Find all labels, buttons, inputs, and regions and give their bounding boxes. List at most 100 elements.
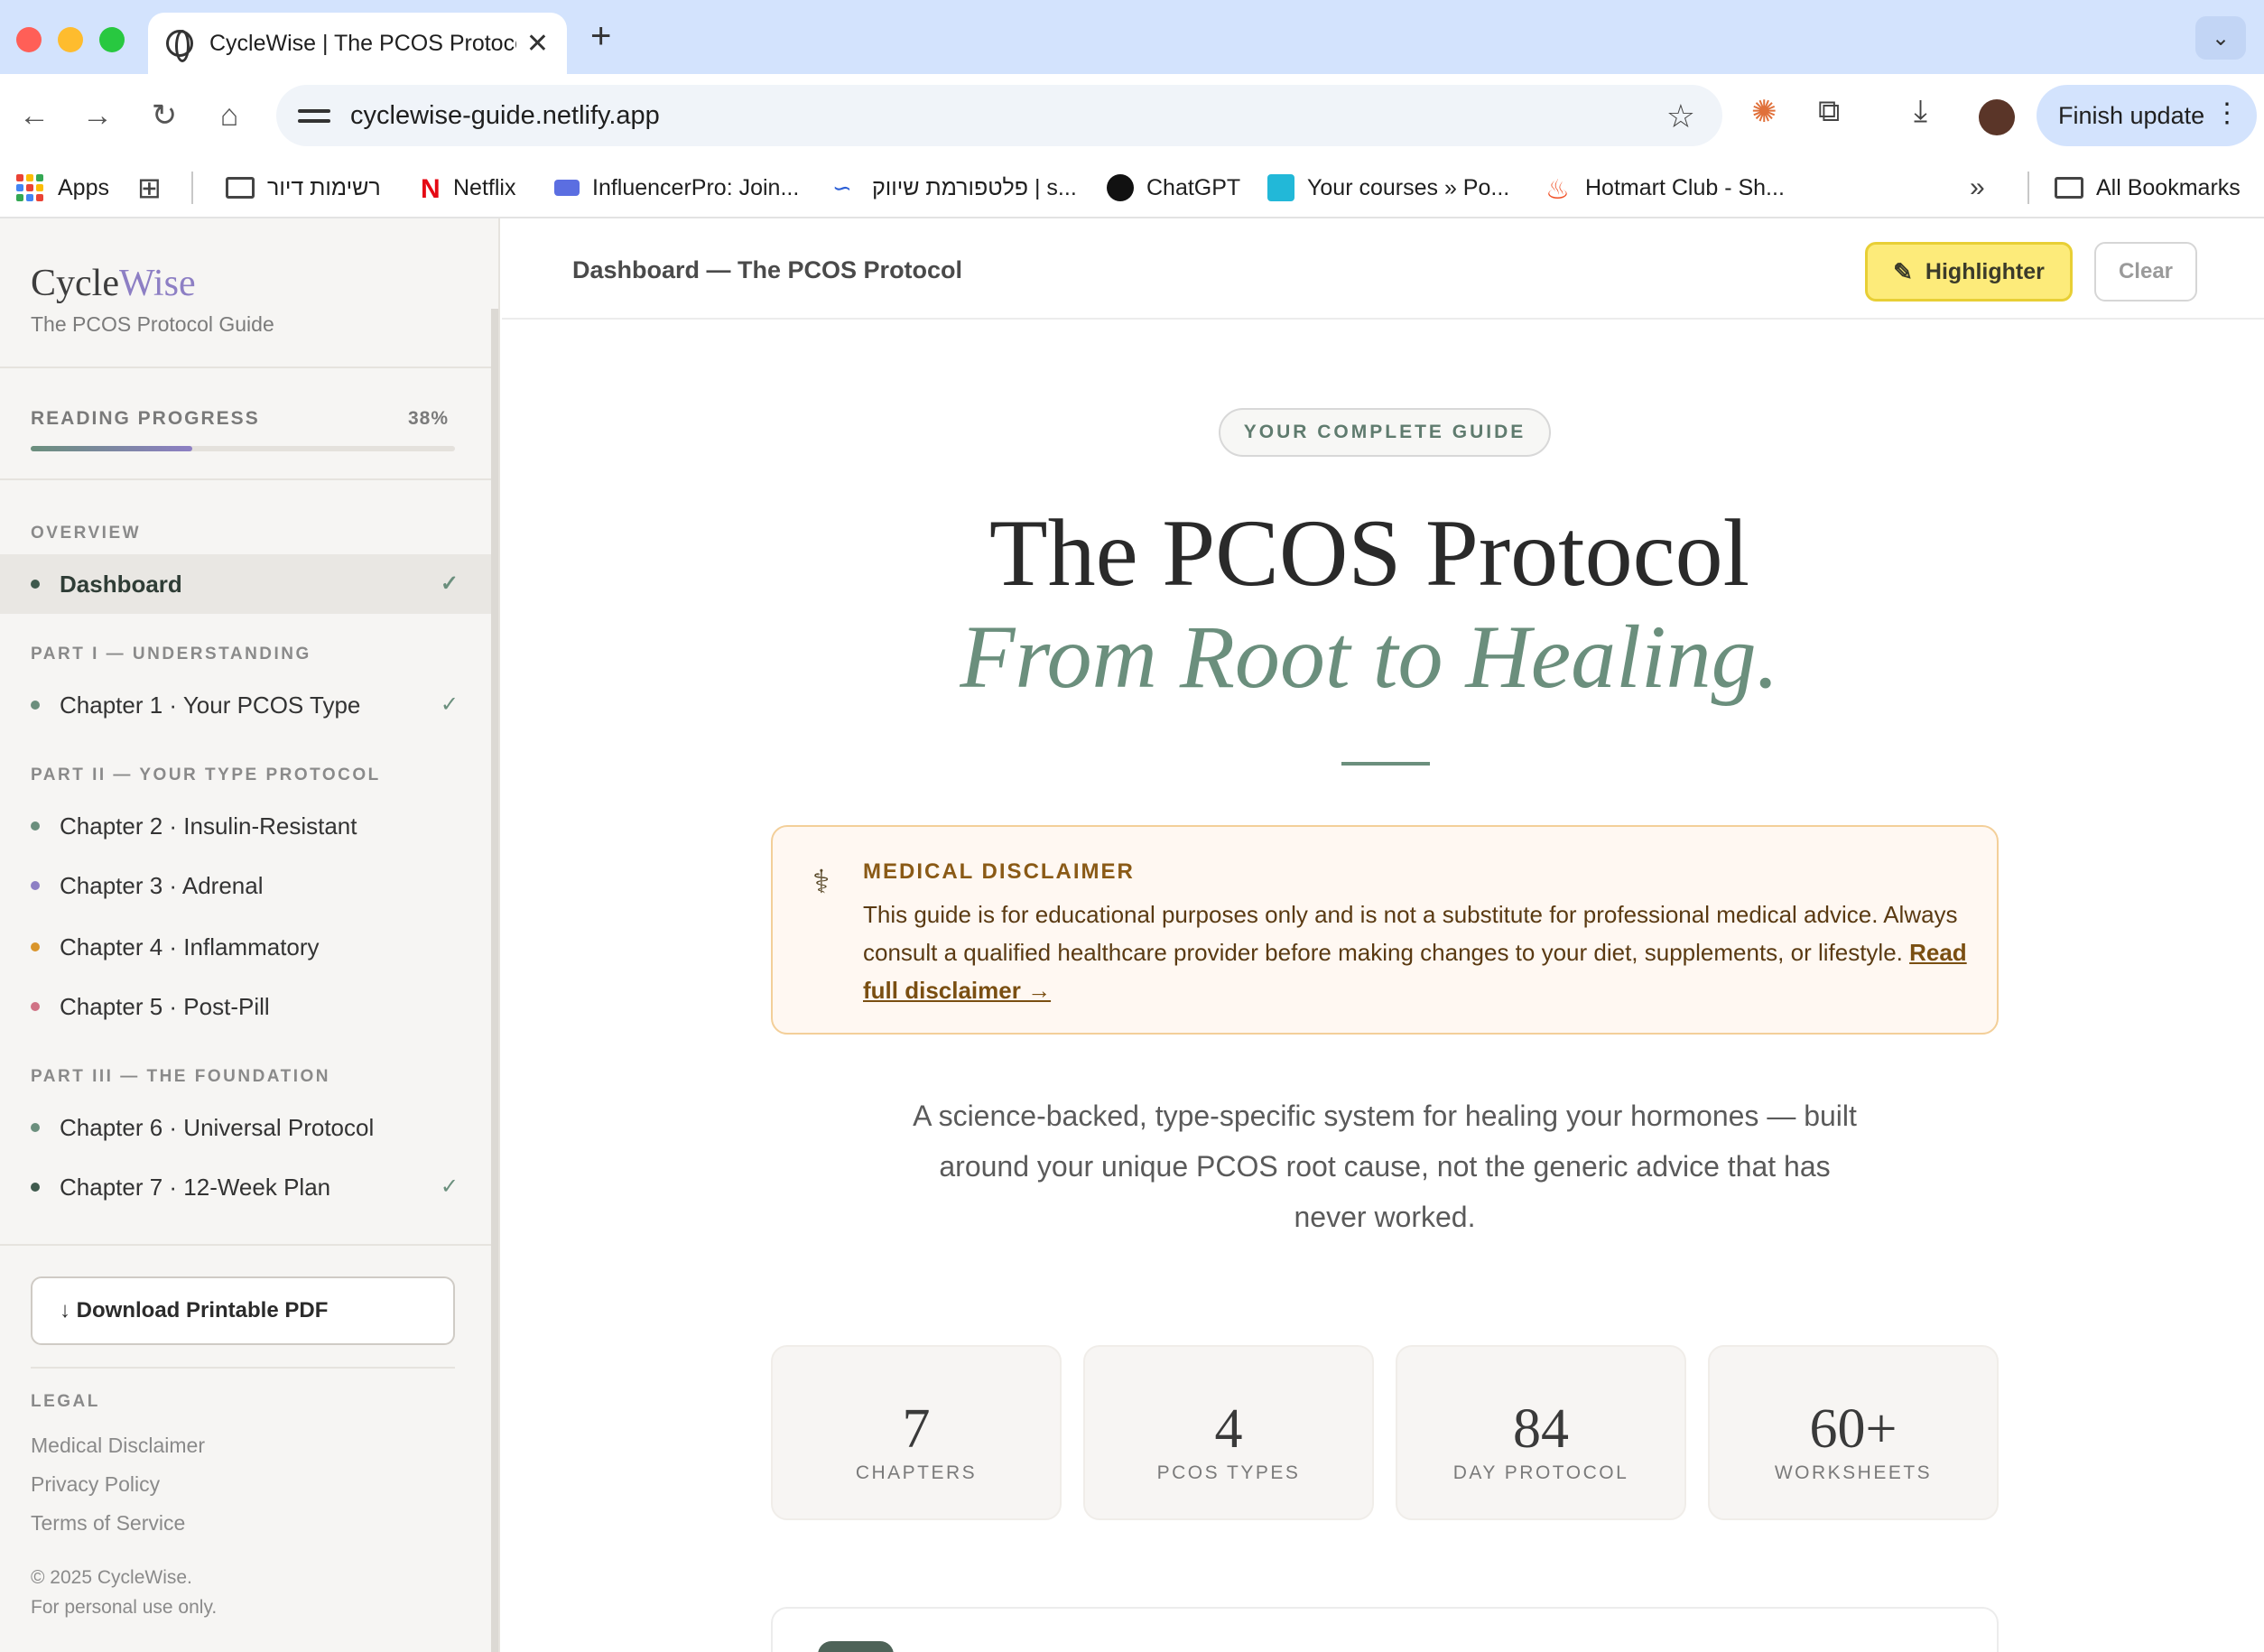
bookmark-star-icon[interactable]: ☆ xyxy=(1666,97,1695,135)
pencil-edit-icon: ✎ xyxy=(1893,257,1913,285)
divider xyxy=(0,367,491,368)
medical-disclaimer-link[interactable]: Medical Disclaimer xyxy=(31,1434,205,1458)
browser-tab-bar: CycleWise | The PCOS Protocol ✕ + ⌄ xyxy=(0,0,2264,74)
forward-arrow-icon[interactable]: → xyxy=(74,92,121,139)
reading-progress-label: READING PROGRESS xyxy=(31,408,260,429)
courses-icon xyxy=(1267,174,1294,201)
bookmark-divider xyxy=(191,172,193,204)
extensions-puzzle-icon[interactable]: ⧉ xyxy=(1818,94,1840,129)
nav-dot xyxy=(31,881,40,890)
personal-use-text: For personal use only. xyxy=(31,1597,218,1618)
stat-label: DAY PROTOCOL xyxy=(1452,1462,1629,1483)
address-bar[interactable]: cyclewise-guide.netlify.app ☆ xyxy=(276,85,1722,146)
privacy-policy-link[interactable]: Privacy Policy xyxy=(31,1472,160,1497)
terms-of-service-link[interactable]: Terms of Service xyxy=(31,1511,185,1536)
section-heading-overview: OVERVIEW xyxy=(31,524,142,543)
home-icon[interactable]: ⌂ xyxy=(206,92,253,139)
nav-dot xyxy=(31,942,40,951)
bookmark-hotmart[interactable]: ♨ Hotmart Club - Sh... xyxy=(1545,170,1785,206)
hero-subtitle: From Root to Healing. xyxy=(960,607,1779,707)
reading-progress-percent: 38% xyxy=(408,408,450,429)
clear-button[interactable]: Clear xyxy=(2094,242,2197,302)
section-chip xyxy=(818,1641,894,1652)
claude-extension-icon[interactable]: ✺ xyxy=(1751,94,1777,130)
bookmark-marketing-platform[interactable]: ∽ פלטפורמת שיווק | s... xyxy=(832,170,1077,206)
sidebar-item-chapter-2[interactable]: Chapter 2 · Insulin-Resistant xyxy=(0,796,491,856)
sidebar-item-chapter-1[interactable]: Chapter 1 · Your PCOS Type ✓ xyxy=(0,675,491,735)
divider xyxy=(0,1244,491,1246)
disclaimer-body: This guide is for educational purposes o… xyxy=(863,901,1967,1004)
check-icon: ✓ xyxy=(440,692,459,717)
folder-icon xyxy=(2055,177,2083,199)
stat-number: 4 xyxy=(1214,1398,1243,1460)
maximize-window-button[interactable] xyxy=(99,27,125,52)
marketing-platform-icon: ∽ xyxy=(832,174,852,201)
section-heading-part3: PART III — THE FOUNDATION xyxy=(31,1067,331,1086)
nav-dot xyxy=(31,821,40,831)
nav-dot xyxy=(31,580,40,589)
brand-subtitle: The PCOS Protocol Guide xyxy=(31,312,274,336)
bookmark-your-courses[interactable]: Your courses » Po... xyxy=(1267,170,1509,206)
section-heading-part2: PART II — YOUR TYPE PROTOCOL xyxy=(31,766,381,784)
stat-card-pcos-types: 4 PCOS TYPES xyxy=(1083,1345,1374,1520)
more-bookmarks-chevron-icon[interactable]: » xyxy=(1970,170,1985,206)
tab-search-chevron-icon[interactable]: ⌄ xyxy=(2195,16,2246,60)
check-icon: ✓ xyxy=(440,571,459,596)
guide-badge: YOUR COMPLETE GUIDE xyxy=(1219,408,1551,457)
main-content: Dashboard — The PCOS Protocol ✎ Highligh… xyxy=(502,218,2264,1652)
next-section-card xyxy=(771,1607,1999,1652)
sidebar-item-chapter-5[interactable]: Chapter 5 · Post-Pill xyxy=(0,977,491,1036)
brand-logo[interactable]: CycleWise xyxy=(31,262,196,305)
stat-number: 7 xyxy=(902,1398,931,1460)
netflix-icon: N xyxy=(421,174,441,204)
bookmark-folder-housing[interactable]: רשימות דיור xyxy=(226,170,381,206)
bookmark-netflix[interactable]: N Netflix xyxy=(421,170,515,206)
legal-heading: LEGAL xyxy=(31,1392,100,1411)
main-header: Dashboard — The PCOS Protocol ✎ Highligh… xyxy=(502,218,2264,320)
tab-groups-icon[interactable]: ⊞ xyxy=(137,170,162,206)
page-title: Dashboard — The PCOS Protocol xyxy=(572,256,963,283)
hero-divider xyxy=(1341,762,1430,766)
medical-disclaimer-box: ⚕ MEDICAL DISCLAIMER This guide is for e… xyxy=(771,825,1999,1035)
close-window-button[interactable] xyxy=(16,27,42,52)
url-text: cyclewise-guide.netlify.app xyxy=(350,100,660,130)
browser-toolbar: ← → ↻ ⌂ cyclewise-guide.netlify.app ☆ ✺ … xyxy=(0,74,2264,157)
profile-avatar[interactable] xyxy=(1979,99,2015,135)
globe-icon xyxy=(166,30,193,62)
more-menu-icon[interactable]: ⋮ xyxy=(2213,97,2241,129)
disclaimer-title: MEDICAL DISCLAIMER xyxy=(863,859,1135,884)
bookmark-chatgpt[interactable]: ChatGPT xyxy=(1107,170,1240,206)
chatgpt-icon xyxy=(1107,174,1134,201)
section-heading-part1: PART I — UNDERSTANDING xyxy=(31,645,311,664)
finish-update-label: Finish update xyxy=(2058,101,2205,129)
sidebar-item-dashboard[interactable]: Dashboard ✓ xyxy=(0,554,491,614)
download-icon[interactable]: ⤓ xyxy=(1914,94,1927,129)
bookmarks-bar: Apps ⊞ רשימות דיור N Netflix InfluencerP… xyxy=(0,157,2264,218)
new-tab-icon[interactable]: + xyxy=(590,16,611,57)
bookmark-all-bookmarks[interactable]: All Bookmarks xyxy=(2055,170,2241,206)
hotmart-flame-icon: ♨ xyxy=(1545,175,1570,205)
nav-dot xyxy=(31,1123,40,1132)
stat-card-day-protocol: 84 DAY PROTOCOL xyxy=(1396,1345,1686,1520)
reload-icon[interactable]: ↻ xyxy=(141,92,188,139)
sidebar-item-chapter-3[interactable]: Chapter 3 · Adrenal xyxy=(0,856,491,915)
finish-update-button[interactable]: Finish update ⋮ xyxy=(2037,85,2257,146)
nav-dot xyxy=(31,701,40,710)
minimize-window-button[interactable] xyxy=(58,27,83,52)
sidebar-scrollbar[interactable] xyxy=(491,309,498,1652)
stat-label: PCOS TYPES xyxy=(1156,1462,1301,1483)
browser-tab-active[interactable]: CycleWise | The PCOS Protocol ✕ xyxy=(148,13,567,74)
highlighter-button[interactable]: ✎ Highlighter xyxy=(1865,242,2073,302)
nav-dot xyxy=(31,1002,40,1011)
download-pdf-button[interactable]: ↓ Download Printable PDF xyxy=(31,1276,455,1345)
site-settings-icon[interactable] xyxy=(298,99,330,132)
stat-number: 84 xyxy=(1513,1398,1569,1460)
sidebar-item-chapter-6[interactable]: Chapter 6 · Universal Protocol xyxy=(0,1098,491,1157)
back-arrow-icon[interactable]: ← xyxy=(11,92,58,139)
bookmark-influencerpro[interactable]: InfluencerPro: Join... xyxy=(554,170,799,206)
close-tab-icon[interactable]: ✕ xyxy=(526,28,549,60)
sidebar-item-chapter-4[interactable]: Chapter 4 · Inflammatory xyxy=(0,917,491,977)
bookmark-apps[interactable]: Apps xyxy=(16,170,109,206)
sidebar-item-chapter-7[interactable]: Chapter 7 · 12-Week Plan ✓ xyxy=(0,1157,491,1217)
caduceus-icon: ⚕ xyxy=(812,863,830,900)
